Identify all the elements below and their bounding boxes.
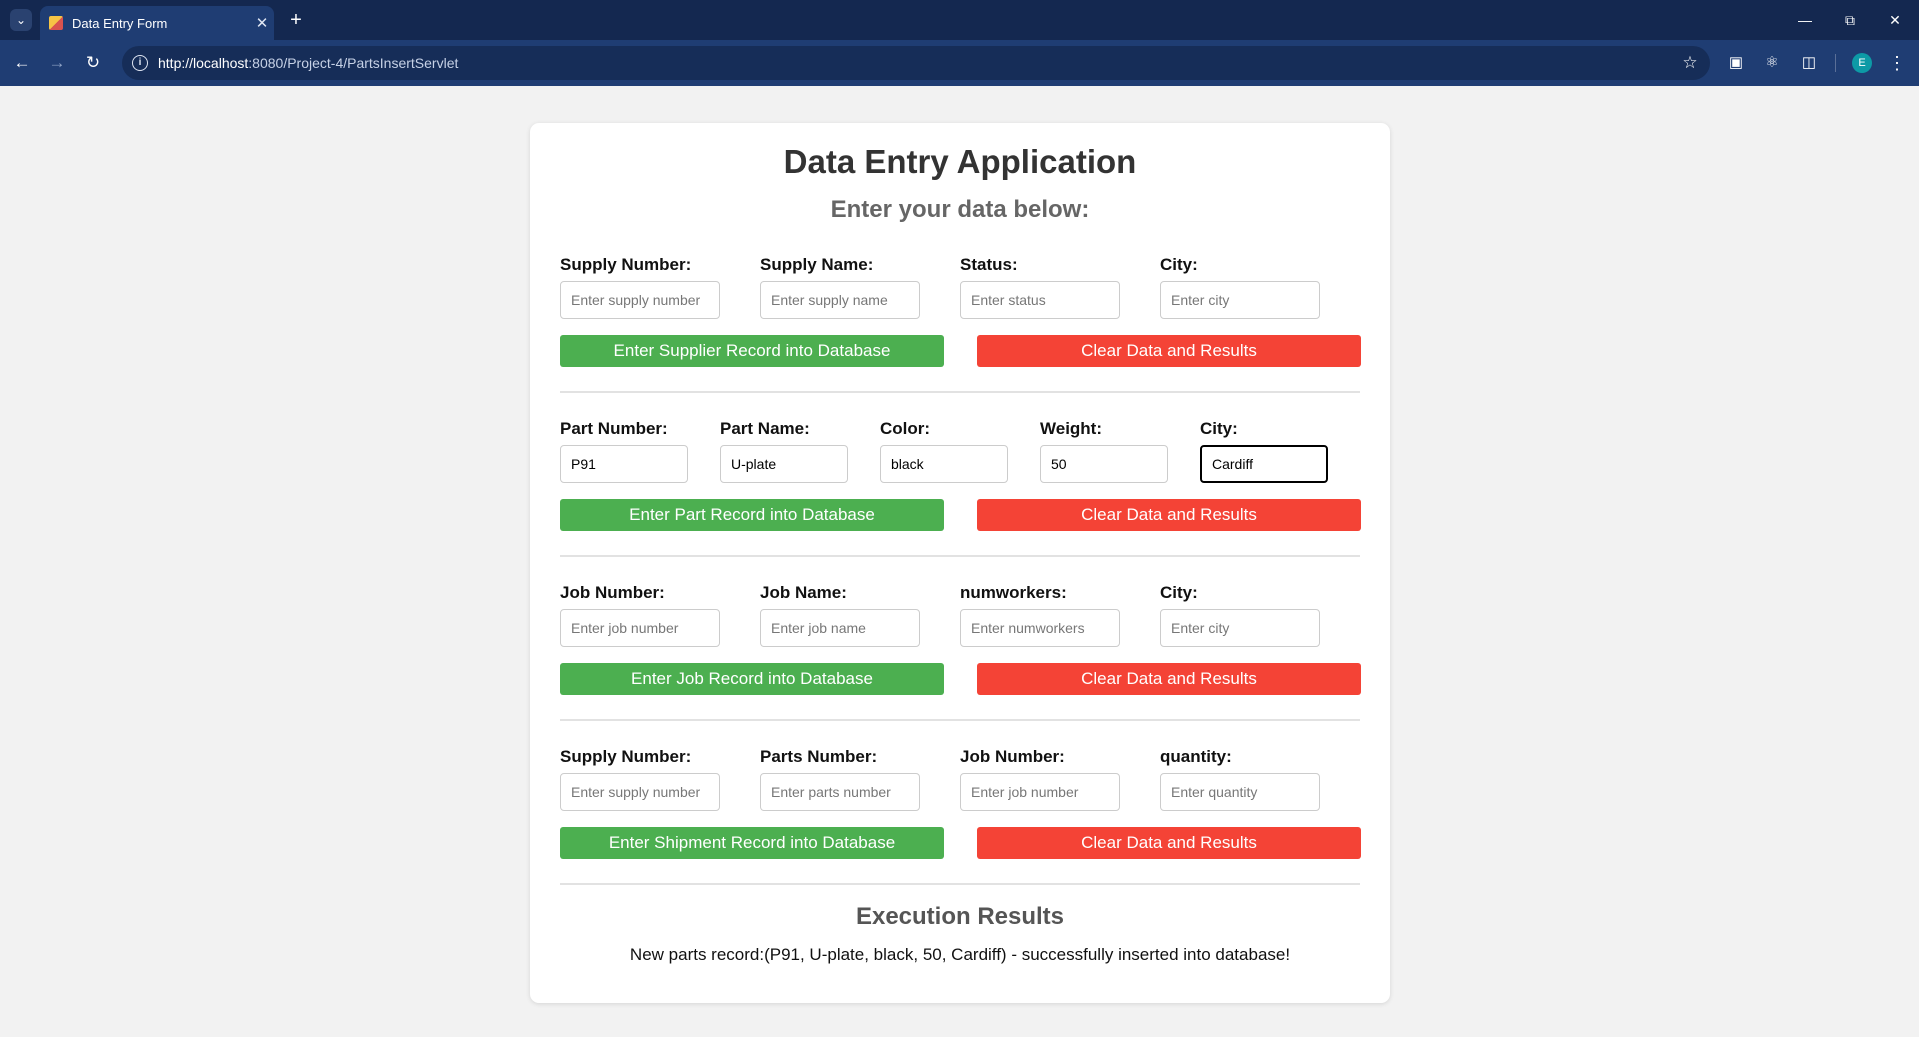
favicon-icon: [49, 16, 63, 30]
extension-k-icon[interactable]: ▣: [1726, 53, 1746, 73]
close-window-icon[interactable]: ✕: [1875, 8, 1915, 32]
close-tab-icon[interactable]: ✕: [250, 14, 274, 32]
job-number-field: Job Number:: [560, 583, 720, 647]
job-numworkers-field: numworkers:: [960, 583, 1120, 647]
part-section: Part Number: Part Name: Color: Weight: C…: [560, 419, 1361, 583]
back-icon[interactable]: ←: [10, 51, 34, 75]
supplier-status-input[interactable]: [960, 281, 1120, 319]
supplier-status-field: Status:: [960, 255, 1120, 319]
part-name-label: Part Name:: [720, 419, 810, 438]
part-city-field: City:: [1200, 419, 1328, 483]
site-info-icon[interactable]: i: [132, 55, 148, 71]
supplier-number-label: Supply Number:: [560, 255, 692, 274]
part-number-label: Part Number:: [560, 419, 668, 438]
shipment-supply-number-field: Supply Number:: [560, 747, 720, 811]
clear-supplier-button[interactable]: Clear Data and Results: [977, 335, 1361, 367]
new-tab-icon[interactable]: +: [284, 8, 308, 32]
part-city-label: City:: [1200, 419, 1238, 438]
shipment-parts-number-field: Parts Number:: [760, 747, 920, 811]
supplier-name-label: Supply Name:: [760, 255, 874, 274]
supplier-name-input[interactable]: [760, 281, 920, 319]
shipment-quantity-field: quantity:: [1160, 747, 1320, 811]
job-name-input[interactable]: [760, 609, 920, 647]
job-city-field: City:: [1160, 583, 1320, 647]
shipment-job-number-input[interactable]: [960, 773, 1120, 811]
url-text[interactable]: http://localhost:8080/Project-4/PartsIns…: [158, 55, 1670, 71]
shipment-supply-number-input[interactable]: [560, 773, 720, 811]
part-weight-field: Weight:: [1040, 419, 1168, 483]
browser-toolbar: ← → ↻ i http://localhost:8080/Project-4/…: [0, 40, 1919, 86]
url-host: http://localhost: [158, 55, 249, 71]
part-weight-input[interactable]: [1040, 445, 1168, 483]
bookmark-star-icon[interactable]: ☆: [1670, 53, 1710, 73]
supplier-section: Supply Number: Supply Name: Status: City…: [560, 255, 1361, 419]
job-numworkers-input[interactable]: [960, 609, 1120, 647]
shipment-supply-number-label: Supply Number:: [560, 747, 692, 766]
shipment-parts-number-input[interactable]: [760, 773, 920, 811]
forward-icon[interactable]: →: [45, 51, 69, 75]
shipment-quantity-input[interactable]: [1160, 773, 1320, 811]
part-name-input[interactable]: [720, 445, 848, 483]
job-number-label: Job Number:: [560, 583, 665, 602]
supplier-city-label: City:: [1160, 255, 1198, 274]
supplier-name-field: Supply Name:: [760, 255, 920, 319]
clear-job-button[interactable]: Clear Data and Results: [977, 663, 1361, 695]
job-numworkers-label: numworkers:: [960, 583, 1067, 602]
page-title: Data Entry Application: [783, 143, 1137, 180]
supplier-city-input[interactable]: [1160, 281, 1320, 319]
enter-shipment-button[interactable]: Enter Shipment Record into Database: [560, 827, 944, 859]
section-divider: [560, 555, 1360, 557]
extension-react-icon[interactable]: ⚛: [1762, 53, 1782, 73]
supplier-number-field: Supply Number:: [560, 255, 720, 319]
job-number-input[interactable]: [560, 609, 720, 647]
browser-tab[interactable]: Data Entry Form ✕: [40, 6, 274, 40]
clear-shipment-button[interactable]: Clear Data and Results: [977, 827, 1361, 859]
tab-list-icon[interactable]: ⌄: [10, 9, 32, 31]
job-name-label: Job Name:: [760, 583, 847, 602]
shipment-parts-number-label: Parts Number:: [760, 747, 878, 766]
part-city-input[interactable]: [1200, 445, 1328, 483]
extensions-puzzle-icon[interactable]: ◫: [1799, 53, 1819, 73]
supplier-city-field: City:: [1160, 255, 1320, 319]
supplier-number-input[interactable]: [560, 281, 720, 319]
form-card: Data Entry Application Enter your data b…: [530, 123, 1390, 1003]
part-color-input[interactable]: [880, 445, 1008, 483]
restore-icon[interactable]: ⧉: [1830, 8, 1870, 32]
results-title: Execution Results: [855, 903, 1065, 930]
part-name-field: Part Name:: [720, 419, 848, 483]
supplier-status-label: Status:: [960, 255, 1018, 274]
section-divider: [560, 719, 1360, 721]
address-bar[interactable]: i http://localhost:8080/Project-4/PartsI…: [122, 46, 1710, 80]
minimize-icon[interactable]: —: [1785, 8, 1825, 32]
part-number-input[interactable]: [560, 445, 688, 483]
browser-menu-icon[interactable]: ⋮: [1888, 53, 1906, 73]
job-city-input[interactable]: [1160, 609, 1320, 647]
job-name-field: Job Name:: [760, 583, 920, 647]
shipment-job-number-field: Job Number:: [960, 747, 1120, 811]
part-color-field: Color:: [880, 419, 1008, 483]
clear-part-button[interactable]: Clear Data and Results: [977, 499, 1361, 531]
results-message: New parts record:(P91, U-plate, black, 5…: [629, 945, 1291, 964]
toolbar-divider: [1835, 54, 1836, 72]
part-number-field: Part Number:: [560, 419, 688, 483]
tab-title: Data Entry Form: [72, 15, 168, 31]
profile-avatar[interactable]: E: [1852, 53, 1872, 73]
part-weight-label: Weight:: [1040, 419, 1103, 438]
section-divider: [560, 883, 1360, 885]
browser-tab-bar: ⌄ Data Entry Form ✕ + — ⧉ ✕: [0, 0, 1919, 40]
url-path: :8080/Project-4/PartsInsertServlet: [248, 55, 459, 71]
shipment-section: Supply Number: Parts Number: Job Number:…: [560, 747, 1361, 911]
section-divider: [560, 391, 1360, 393]
part-color-label: Color:: [880, 419, 931, 438]
shipment-job-number-label: Job Number:: [960, 747, 1065, 766]
reload-icon[interactable]: ↻: [81, 51, 105, 75]
enter-part-button[interactable]: Enter Part Record into Database: [560, 499, 944, 531]
page-subtitle: Enter your data below:: [830, 196, 1090, 223]
job-section: Job Number: Job Name: numworkers: City: …: [560, 583, 1361, 747]
enter-job-button[interactable]: Enter Job Record into Database: [560, 663, 944, 695]
job-city-label: City:: [1160, 583, 1198, 602]
shipment-quantity-label: quantity:: [1160, 747, 1232, 766]
enter-supplier-button[interactable]: Enter Supplier Record into Database: [560, 335, 944, 367]
